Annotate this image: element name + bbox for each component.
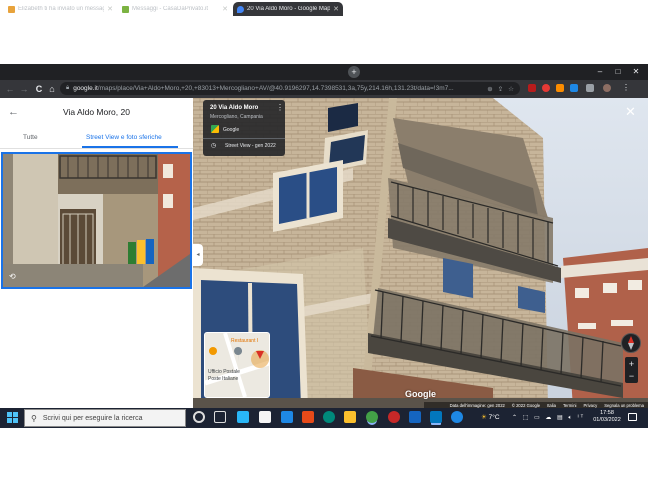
minimap-label-post-office: Ufficio Postale — [208, 369, 240, 375]
power-automate-icon[interactable] — [237, 411, 249, 423]
building-entrance-photo — [3, 154, 190, 287]
zoom-in-button[interactable]: + — [625, 358, 638, 370]
weather-widget[interactable]: ☀︎ 7°C — [481, 409, 500, 427]
card-title: 20 Via Aldo Moro — [210, 105, 259, 111]
extension-orange-icon[interactable] — [556, 84, 564, 92]
compass-icon[interactable] — [621, 333, 641, 353]
close-tab-icon[interactable]: ✕ — [107, 5, 113, 13]
tab-email[interactable]: Elizabeth ti ha inviato un messaggio ✕ — [4, 2, 117, 16]
divider — [0, 148, 193, 149]
tab-title: Messaggi - CasaDaPrivato.it — [132, 6, 209, 12]
tray-icons[interactable]: ⌃ ⬚ ▭ ☁ ▤ 🔈︎ ᴵᵀ — [512, 409, 585, 427]
address-bar-icons: ⊕ ⇪ ☆ — [487, 85, 514, 93]
casadaprivato-icon — [122, 5, 129, 13]
close-street-view-button[interactable]: ✕ — [625, 104, 636, 120]
extension-red-icon[interactable] — [528, 84, 536, 92]
minimap-label-restaurant: Restaurant I — [231, 338, 259, 344]
edge-icon[interactable] — [323, 411, 335, 423]
extension-blue-icon[interactable] — [570, 84, 578, 92]
search-placeholder: Scrivi qui per eseguire la ricerca — [42, 414, 143, 422]
share-icon[interactable]: ⇪ — [498, 85, 503, 93]
tab-all[interactable]: Tutte — [23, 134, 38, 141]
maps-pin-icon — [237, 5, 244, 13]
weather-sun-icon: ☀︎ — [481, 414, 487, 421]
tab-messages[interactable]: Messaggi - CasaDaPrivato.it ✕ — [118, 2, 232, 16]
lock-icon: 🔒︎ — [66, 85, 70, 91]
new-tab-button[interactable]: + — [348, 66, 360, 78]
office-icon[interactable] — [302, 411, 314, 423]
taskbar-search-box[interactable]: ⚲ Scrivi qui per eseguire la ricerca — [24, 409, 186, 427]
amazon-icon[interactable] — [259, 411, 271, 423]
defender-icon[interactable] — [409, 411, 421, 423]
store-icon[interactable] — [281, 411, 293, 423]
system-clock[interactable]: 17:58 01/03/2022 — [590, 410, 624, 424]
help-icon[interactable] — [451, 411, 463, 423]
clock-date: 01/03/2022 — [593, 417, 621, 423]
tab-strip — [0, 64, 648, 80]
close-tab-icon[interactable]: ✕ — [333, 5, 339, 13]
360-rotate-icon: ⟲ — [9, 272, 16, 281]
browser-menu-icon[interactable]: ⋮ — [622, 84, 630, 92]
tab-title: Elizabeth ti ha inviato un messaggio — [18, 6, 105, 12]
app-red-icon[interactable] — [388, 411, 400, 423]
card-subtitle: Mercogliano, Campania — [210, 114, 263, 120]
panel-title: Via Aldo Moro, 20 — [63, 107, 130, 117]
clock-time: 17:58 — [600, 410, 614, 416]
tab-google-maps[interactable]: 20 Via Aldo Moro - Google Maps ✕ — [233, 2, 343, 16]
contributor-logo-icon — [211, 125, 219, 133]
forward-button[interactable]: → — [18, 80, 30, 98]
minimap-label-poste: Poste Italiane — [208, 376, 239, 382]
history-clock-icon[interactable]: ◷ — [211, 142, 216, 149]
contributor-name: Google — [223, 127, 240, 133]
url-text: google.it/maps/place/Via+Aldo+Moro,+20,+… — [73, 85, 454, 92]
file-explorer-icon[interactable] — [344, 411, 356, 423]
install-icon[interactable]: ⊕ — [487, 85, 492, 93]
windows-start-icon[interactable] — [7, 412, 18, 423]
cortana-icon[interactable] — [193, 411, 205, 423]
minimize-button[interactable]: – — [592, 64, 608, 80]
street-view-thumbnail[interactable]: ⟲ — [1, 152, 192, 289]
tab-street-view-photos[interactable]: Street View e foto sferiche — [86, 134, 162, 141]
reload-button[interactable]: C — [33, 80, 45, 98]
profile-avatar[interactable] — [603, 84, 611, 92]
address-bar[interactable]: 🔒︎ google.it/maps/place/Via+Aldo+Moro,+2… — [60, 82, 520, 95]
chrome-icon[interactable] — [366, 411, 378, 423]
zoom-control: + − — [625, 357, 638, 383]
collapse-panel-button[interactable]: ◂ — [193, 244, 203, 266]
search-icon: ⚲ — [31, 413, 37, 423]
close-tab-icon[interactable]: ✕ — [222, 5, 228, 13]
extension-opera-icon[interactable] — [542, 84, 550, 92]
capture-date[interactable]: Street View - gen 2022 — [225, 143, 276, 149]
zoom-out-button[interactable]: − — [625, 370, 638, 382]
notification-icon[interactable] — [628, 413, 637, 421]
tab-title: 20 Via Aldo Moro - Google Maps — [247, 6, 331, 12]
task-view-icon[interactable] — [214, 411, 226, 423]
back-button[interactable]: ← — [4, 80, 16, 98]
gmail-icon — [8, 5, 15, 13]
more-options-icon[interactable]: ⋮ — [276, 104, 284, 112]
close-window-button[interactable]: ✕ — [628, 64, 644, 80]
home-button[interactable]: ⌂ — [46, 80, 58, 98]
bookmark-star-icon[interactable]: ☆ — [508, 85, 514, 93]
photos-icon[interactable] — [430, 411, 442, 423]
card-divider — [203, 138, 285, 139]
maximize-button[interactable]: □ — [610, 64, 626, 80]
google-logo: Google — [405, 389, 436, 399]
location-info-card: 20 Via Aldo Moro Mercogliano, Campania ⋮… — [203, 100, 285, 156]
extensions-puzzle-icon[interactable] — [586, 84, 594, 92]
weather-temp: 7°C — [488, 414, 500, 421]
minimap[interactable]: Restaurant I Ufficio Postale Poste Itali… — [204, 332, 270, 398]
